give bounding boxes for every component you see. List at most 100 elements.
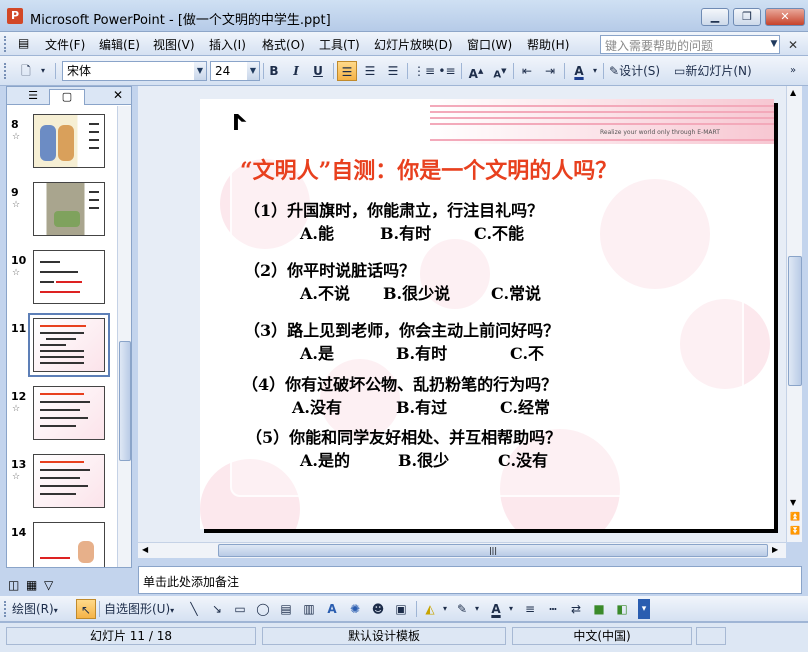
menu-view[interactable]: 视图(V) bbox=[153, 36, 195, 52]
previous-slide-icon[interactable]: ⏫ bbox=[790, 512, 800, 521]
scroll-up-icon[interactable]: ▲ bbox=[790, 88, 796, 97]
slide-thumbnail[interactable] bbox=[33, 182, 105, 236]
oval-tool-icon[interactable]: ◯ bbox=[253, 599, 273, 619]
horizontal-scrollbar[interactable]: ◀ ||| ▶ bbox=[138, 542, 786, 558]
shadow-style-icon[interactable]: ■ bbox=[589, 599, 609, 619]
wordart-icon[interactable]: A bbox=[322, 599, 342, 619]
close-window-button[interactable]: ✕ bbox=[765, 8, 805, 26]
formatting-toolbar: 🗋 ▾ 宋体 ▼ 24 ▼ B I U ☰ ☰ ☰ ⋮≡ •≡ A▲ A▼ ⇤ … bbox=[0, 56, 808, 86]
new-slide-button[interactable]: ▭新幻灯片(N) bbox=[674, 61, 752, 81]
chevron-down-icon[interactable]: ▾ bbox=[472, 599, 482, 619]
bold-button[interactable]: B bbox=[264, 61, 284, 81]
align-left-button[interactable]: ☰ bbox=[337, 61, 357, 81]
line-color-icon[interactable]: ✎ bbox=[452, 599, 472, 619]
select-objects-icon[interactable]: ↖ bbox=[76, 599, 96, 619]
slide-thumbnail[interactable] bbox=[33, 386, 105, 440]
font-size-select[interactable]: 24 ▼ bbox=[210, 61, 260, 81]
maximize-button[interactable]: ❐ bbox=[733, 8, 761, 26]
new-document-icon[interactable]: 🗋 bbox=[16, 61, 36, 81]
decrease-font-icon[interactable]: A▼ bbox=[490, 61, 510, 81]
arrow-tool-icon[interactable]: ↘ bbox=[207, 599, 227, 619]
tab-slides[interactable]: ▢ bbox=[49, 89, 85, 105]
toolbar-separator bbox=[416, 601, 417, 617]
clipart-icon[interactable]: ☻ bbox=[368, 599, 388, 619]
scroll-down-icon[interactable]: ▼ bbox=[790, 498, 796, 507]
slideshow-icon[interactable]: ▽ bbox=[44, 578, 53, 592]
font-color-icon[interactable]: A bbox=[486, 599, 506, 619]
menu-bar: ▤ 文件(F) 编辑(E) 视图(V) 插入(I) 格式(O) 工具(T) 幻灯… bbox=[0, 32, 808, 56]
chevron-down-icon[interactable]: ▾ bbox=[590, 61, 600, 81]
chevron-down-icon[interactable]: ▼ bbox=[768, 35, 780, 54]
scroll-left-icon[interactable]: ◀ bbox=[142, 545, 148, 554]
template-status[interactable]: 默认设计模板 bbox=[262, 627, 506, 645]
increase-font-icon[interactable]: A▲ bbox=[466, 61, 486, 81]
slide-thumbnail-selected[interactable] bbox=[28, 313, 110, 377]
textbox-tool-icon[interactable]: ▤ bbox=[276, 599, 296, 619]
underline-button[interactable]: U bbox=[308, 61, 328, 81]
scroll-thumb[interactable]: ||| bbox=[218, 544, 768, 557]
menu-icon[interactable]: ▤ bbox=[18, 36, 29, 52]
draw-menu-button[interactable]: 绘图(R)▾ bbox=[12, 599, 58, 619]
diagram-icon[interactable]: ✺ bbox=[345, 599, 365, 619]
current-slide[interactable]: ⵤ Realize your world only through E-MART… bbox=[200, 99, 774, 529]
close-document-button[interactable]: ✕ bbox=[788, 38, 798, 52]
menu-window[interactable]: 窗口(W) bbox=[467, 36, 512, 52]
menu-edit[interactable]: 编辑(E) bbox=[99, 36, 140, 52]
minimize-button[interactable]: ▁ bbox=[701, 8, 729, 26]
vertical-scrollbar[interactable]: ▲ ▼ ⏫ ⏬ bbox=[786, 86, 802, 542]
help-search-input[interactable]: 键入需要帮助的问题 bbox=[600, 35, 780, 54]
font-color-icon[interactable]: A bbox=[569, 61, 589, 81]
slide-thumbnail[interactable] bbox=[33, 522, 105, 567]
numbered-list-icon[interactable]: ⋮≡ bbox=[413, 61, 435, 81]
line-tool-icon[interactable]: ╲ bbox=[184, 599, 204, 619]
slide-thumbnail[interactable] bbox=[33, 114, 105, 168]
scroll-thumb[interactable] bbox=[788, 256, 802, 386]
design-button[interactable]: ✎设计(S) bbox=[609, 61, 660, 81]
chevron-down-icon[interactable]: ▾ bbox=[440, 599, 450, 619]
next-slide-icon[interactable]: ⏬ bbox=[790, 526, 800, 535]
align-center-button[interactable]: ☰ bbox=[360, 61, 380, 81]
menu-file[interactable]: 文件(F) bbox=[45, 36, 85, 52]
toolbar-grip[interactable] bbox=[4, 63, 10, 79]
scroll-right-icon[interactable]: ▶ bbox=[772, 545, 778, 554]
normal-view-icon[interactable]: ◫ bbox=[8, 578, 19, 592]
chevron-down-icon[interactable]: ▼ bbox=[247, 62, 259, 80]
vertical-textbox-icon[interactable]: ▥ bbox=[299, 599, 319, 619]
slide-title[interactable]: “文明人”自测：你是一个文明的人吗？ bbox=[240, 153, 617, 185]
chevron-down-icon[interactable]: ▼ bbox=[194, 62, 206, 80]
decrease-indent-icon[interactable]: ⇤ bbox=[517, 61, 537, 81]
bulleted-list-icon[interactable]: •≡ bbox=[437, 61, 457, 81]
close-pane-button[interactable]: ✕ bbox=[113, 88, 123, 102]
powerpoint-app-icon[interactable]: P bbox=[7, 8, 23, 24]
scroll-thumb[interactable] bbox=[119, 341, 131, 461]
slide-sorter-icon[interactable]: ▦ bbox=[26, 578, 37, 592]
menu-help[interactable]: 帮助(H) bbox=[527, 36, 569, 52]
increase-indent-icon[interactable]: ⇥ bbox=[540, 61, 560, 81]
chevron-down-icon[interactable]: ▾ bbox=[38, 61, 48, 81]
3d-style-icon[interactable]: ◧ bbox=[612, 599, 632, 619]
menu-tools[interactable]: 工具(T) bbox=[319, 36, 360, 52]
chevron-down-icon[interactable]: ▾ bbox=[506, 599, 516, 619]
toolbar-options-icon[interactable]: » bbox=[786, 61, 800, 81]
slide-thumbnail[interactable] bbox=[33, 250, 105, 304]
rectangle-tool-icon[interactable]: ▭ bbox=[230, 599, 250, 619]
font-name-select[interactable]: 宋体 ▼ bbox=[62, 61, 207, 81]
slide-thumbnail[interactable] bbox=[33, 454, 105, 508]
toolbar-grip[interactable] bbox=[4, 601, 10, 617]
align-right-button[interactable]: ☰ bbox=[383, 61, 403, 81]
menu-slideshow[interactable]: 幻灯片放映(D) bbox=[374, 36, 453, 52]
picture-icon[interactable]: ▣ bbox=[391, 599, 411, 619]
toolbar-options-icon[interactable]: ▾ bbox=[638, 599, 650, 619]
toolbar-grip[interactable] bbox=[4, 36, 10, 52]
arrow-style-icon[interactable]: ⇄ bbox=[566, 599, 586, 619]
menu-format[interactable]: 格式(O) bbox=[262, 36, 305, 52]
menu-insert[interactable]: 插入(I) bbox=[209, 36, 246, 52]
dash-style-icon[interactable]: ┅ bbox=[543, 599, 563, 619]
thumbnail-scrollbar[interactable] bbox=[117, 106, 131, 567]
line-style-icon[interactable]: ≡ bbox=[520, 599, 540, 619]
fill-color-icon[interactable]: ◭ bbox=[420, 599, 440, 619]
notes-pane[interactable]: 单击此处添加备注 bbox=[138, 566, 802, 594]
tab-outline[interactable]: ☰ bbox=[15, 89, 51, 105]
italic-button[interactable]: I bbox=[286, 61, 306, 81]
autoshapes-button[interactable]: 自选图形(U)▾ bbox=[104, 599, 174, 619]
